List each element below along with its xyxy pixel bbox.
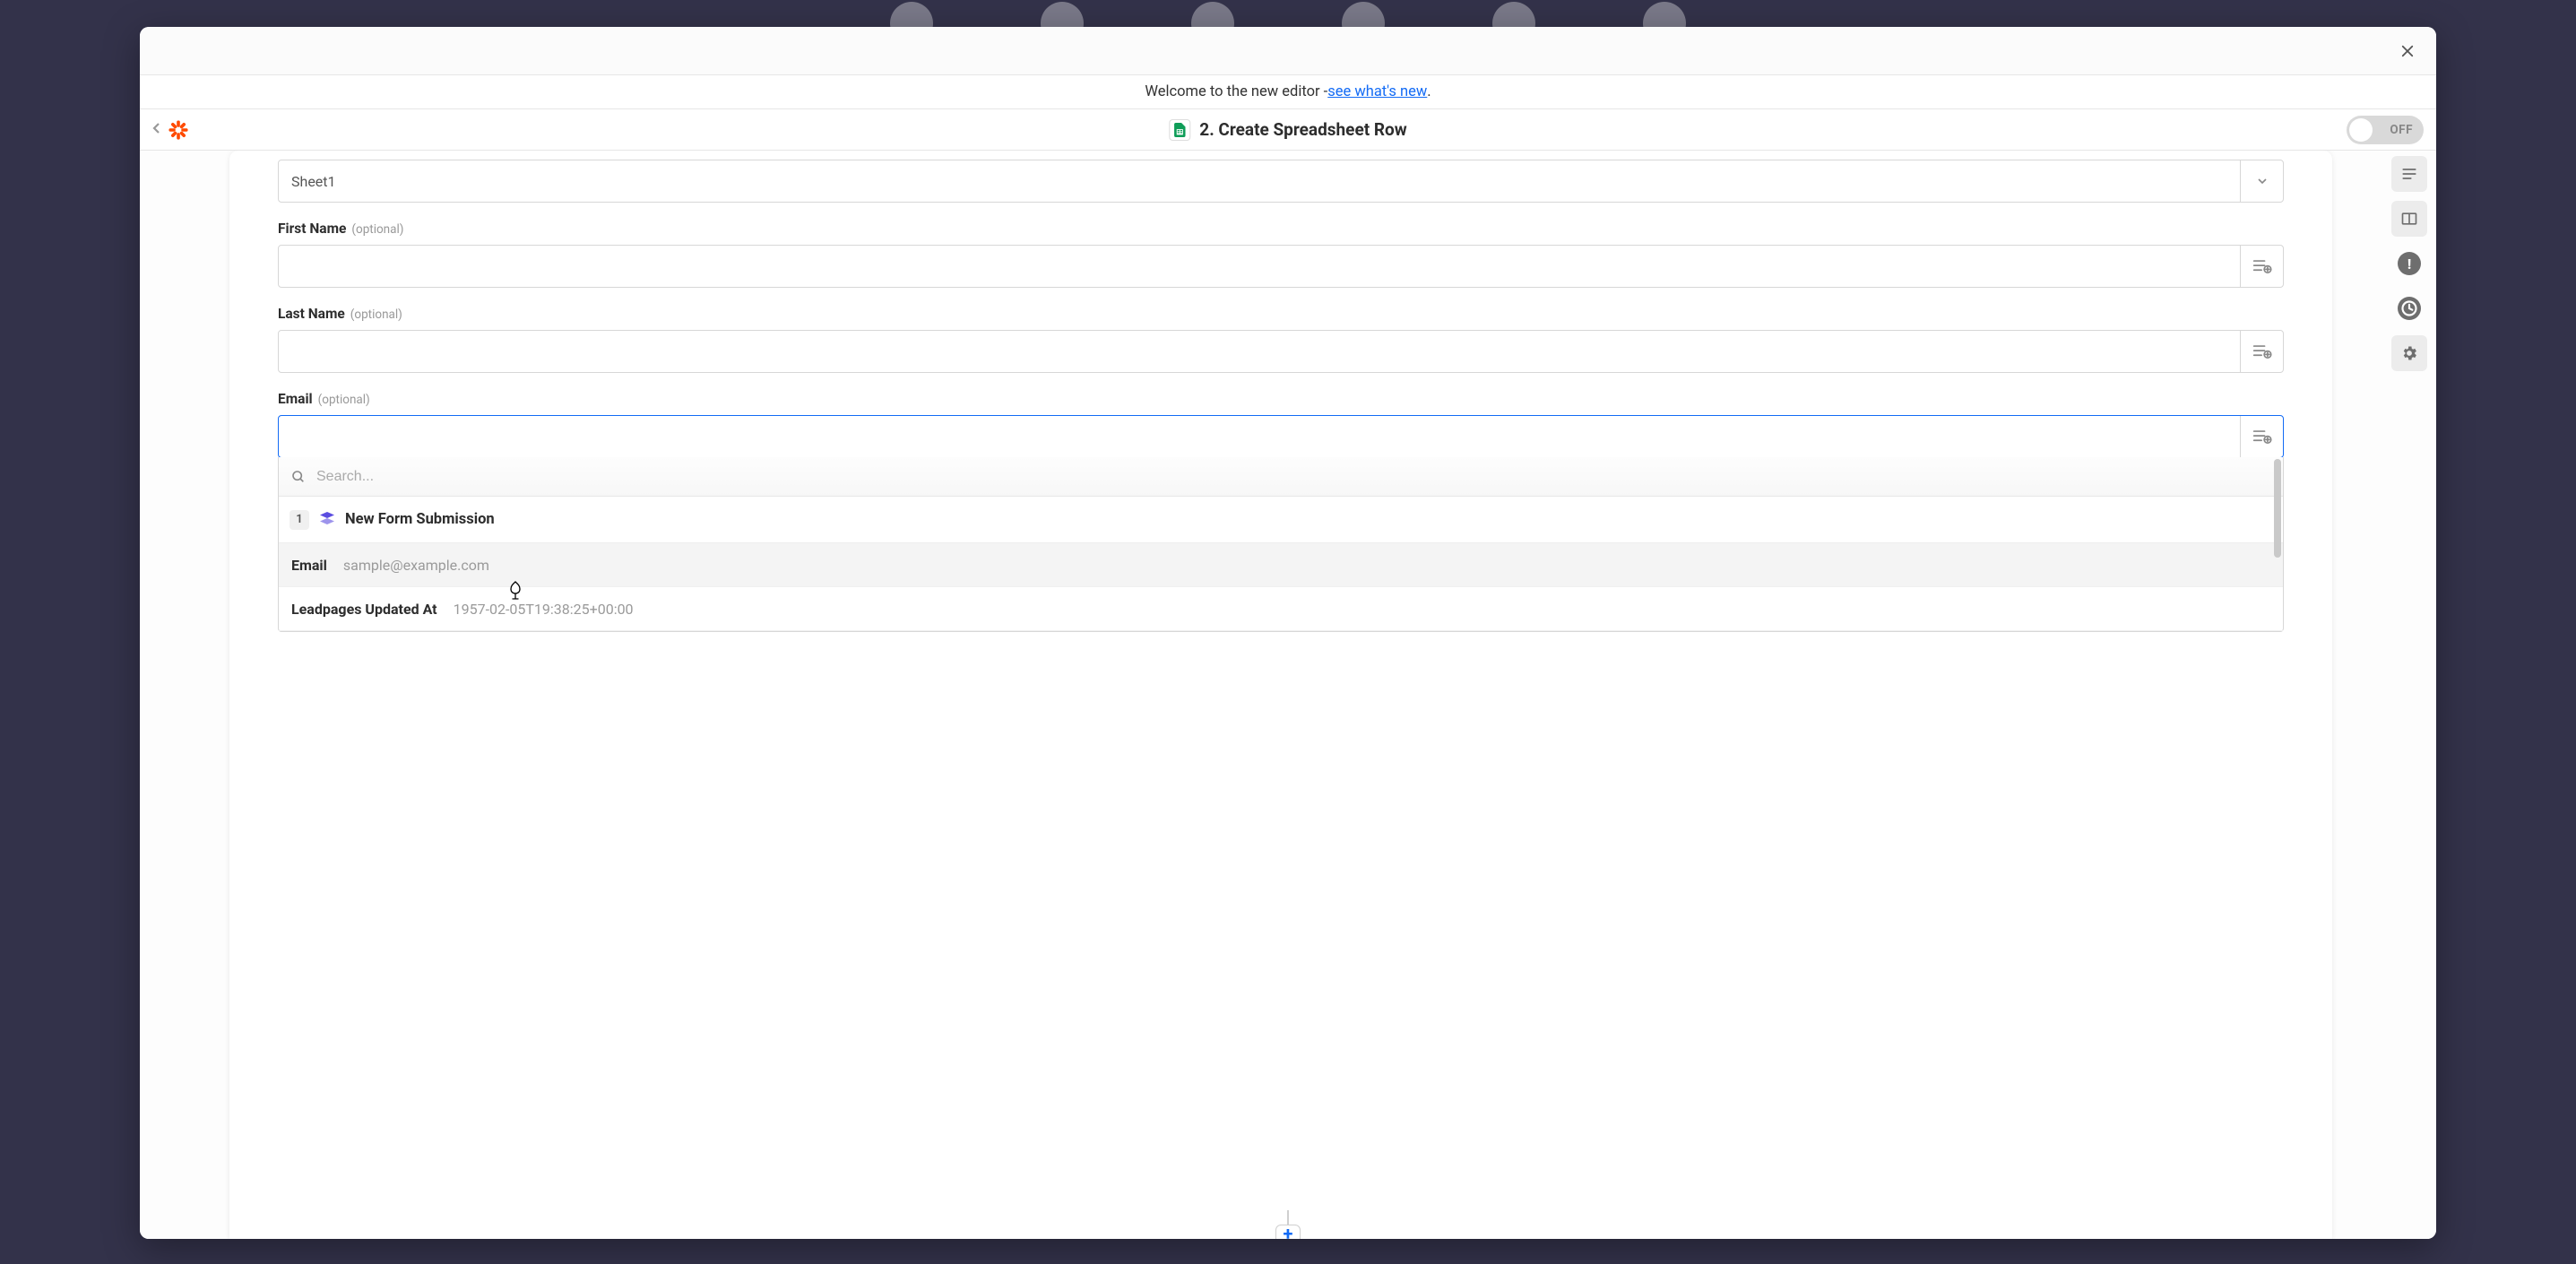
insert-data-icon[interactable] (2240, 416, 2283, 457)
add-step-button[interactable]: + (1275, 1225, 1301, 1239)
zap-on-off-toggle[interactable]: OFF (2347, 116, 2424, 144)
first-name-label: First Name (optional) (278, 221, 2284, 237)
settings-gear-icon[interactable] (2391, 335, 2427, 371)
option-key: Leadpages Updated At (291, 601, 437, 618)
email-input[interactable] (279, 416, 2240, 457)
last-name-input-wrap (278, 330, 2284, 373)
stack-icon (320, 512, 334, 528)
back-chevron-icon[interactable] (152, 121, 161, 138)
first-name-input[interactable] (279, 246, 2240, 287)
dropdown-option[interactable]: Email sample@example.com (279, 543, 2283, 587)
whats-new-link[interactable]: see what's new (1327, 83, 1427, 100)
worksheet-value: Sheet1 (279, 160, 2240, 202)
search-icon (291, 470, 306, 484)
worksheet-select[interactable]: Sheet1 (278, 160, 2284, 203)
editor-modal: Welcome to the new editor - see what's n… (140, 27, 2436, 1239)
right-toolbar: ! (2391, 156, 2427, 371)
insert-data-icon[interactable] (2240, 246, 2283, 287)
option-key: Email (291, 557, 327, 574)
source-step-badge: 1 (290, 510, 309, 530)
welcome-prefix: Welcome to the new editor - (1145, 83, 1327, 100)
last-name-input[interactable] (279, 331, 2240, 372)
modal-topbar (140, 27, 2436, 75)
chevron-down-icon[interactable] (2240, 160, 2283, 202)
zapier-logo-icon (167, 118, 190, 142)
book-icon[interactable] (2391, 201, 2427, 237)
source-name: New Form Submission (345, 511, 495, 528)
dropdown-source-header[interactable]: 1 New Form Submission (279, 497, 2283, 543)
option-value: sample@example.com (343, 557, 489, 574)
dropdown-option[interactable]: Leadpages Updated At 1957-02-05T19:38:25+… (279, 587, 2283, 631)
step-header: 2. Create Spreadsheet Row OFF (140, 109, 2436, 151)
insert-data-icon[interactable] (2240, 331, 2283, 372)
close-icon[interactable] (2395, 39, 2420, 64)
welcome-bar: Welcome to the new editor - see what's n… (140, 75, 2436, 109)
step-card: Sheet1 First Name (optional) (229, 151, 2332, 1239)
dropdown-search-row (279, 457, 2283, 497)
google-sheets-icon (1169, 119, 1190, 141)
last-name-label: Last Name (optional) (278, 306, 2284, 322)
welcome-suffix: . (1427, 83, 1431, 100)
option-value: 1957-02-05T19:38:25+00:00 (454, 601, 634, 618)
step-title: 2. Create Spreadsheet Row (1199, 119, 1406, 140)
email-input-wrap (278, 415, 2284, 458)
editor-body: Sheet1 First Name (optional) (140, 151, 2436, 1239)
clock-icon[interactable] (2391, 290, 2427, 326)
email-label: Email (optional) (278, 391, 2284, 407)
first-name-input-wrap (278, 245, 2284, 288)
toggle-label: OFF (2390, 123, 2413, 137)
outline-icon[interactable] (2391, 156, 2427, 192)
toggle-knob (2349, 118, 2373, 142)
field-data-dropdown: 1 New Form Submission Email sample@exampl… (278, 457, 2284, 632)
dropdown-search-input[interactable] (316, 469, 2270, 485)
alert-icon[interactable]: ! (2391, 246, 2427, 281)
dropdown-scrollbar[interactable] (2274, 459, 2281, 558)
